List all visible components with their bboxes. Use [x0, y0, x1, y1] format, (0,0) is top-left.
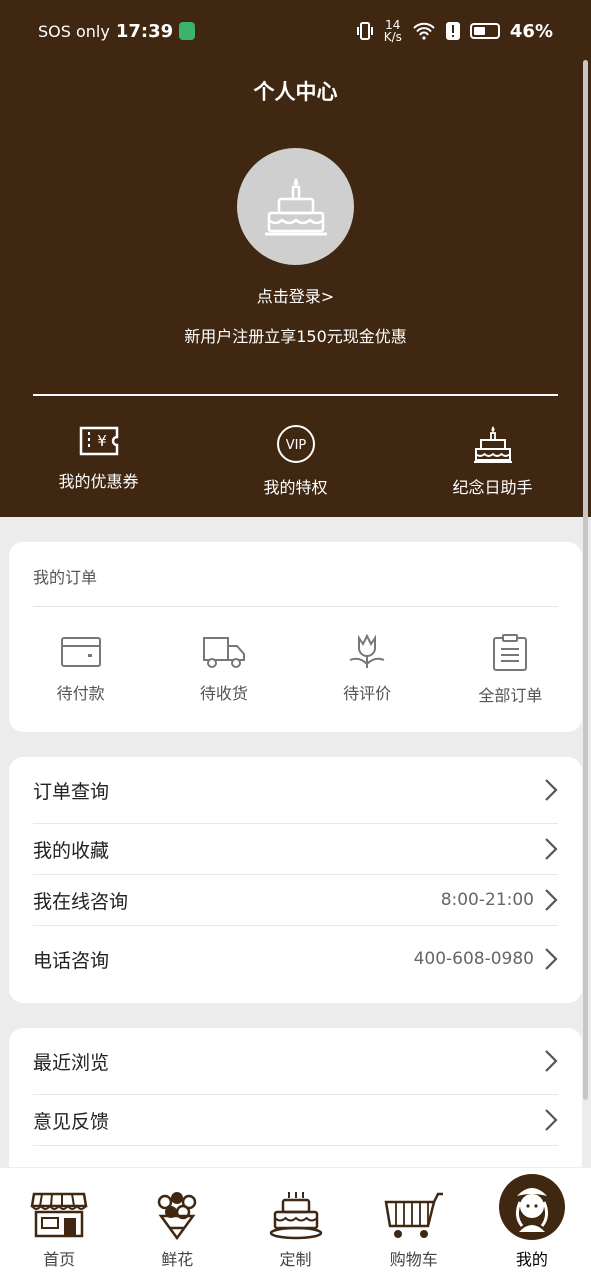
- pending-payment-button[interactable]: 待付款: [9, 634, 152, 706]
- all-orders-button[interactable]: 全部订单: [439, 634, 582, 706]
- carrier-text: SOS only: [38, 21, 110, 41]
- online-consult-label: 我在线咨询: [33, 890, 129, 913]
- avatar[interactable]: [237, 148, 354, 265]
- recent-views-row[interactable]: 最近浏览: [33, 1036, 558, 1086]
- chevron-right-icon: [545, 779, 558, 801]
- extra-menu-card: 最近浏览 意见反馈: [9, 1028, 582, 1188]
- anniversary-assistant-button[interactable]: 纪念日助手: [394, 424, 591, 498]
- tulip-icon: [349, 634, 385, 668]
- tab-flowers-label: 鲜花: [161, 1250, 194, 1269]
- order-query-label: 订单查询: [33, 780, 110, 803]
- phone-number: 400-608-0980: [413, 949, 534, 969]
- chevron-right-icon: [545, 948, 558, 970]
- feedback-label: 意见反馈: [33, 1110, 110, 1133]
- svg-text:VIP: VIP: [285, 438, 306, 453]
- tab-custom[interactable]: 定制: [236, 1168, 354, 1280]
- bouquet-icon: [158, 1192, 197, 1240]
- orders-card: 我的订单 待付款 待收货 待评价 全部订单: [9, 542, 582, 732]
- profile-avatar-icon: [498, 1174, 565, 1240]
- chevron-right-icon: [545, 889, 558, 911]
- favorites-row[interactable]: 我的收藏: [33, 824, 558, 874]
- wifi-icon: [413, 22, 435, 40]
- tab-mine-label: 我的: [515, 1250, 548, 1269]
- vibrate-icon: [356, 22, 373, 40]
- security-shield-icon: [179, 22, 196, 40]
- scrollbar[interactable]: [583, 60, 588, 1100]
- feedback-row[interactable]: 意见反馈: [33, 1095, 558, 1145]
- divider: [33, 394, 558, 396]
- favorites-label: 我的收藏: [33, 839, 110, 862]
- all-orders-label: 全部订单: [478, 686, 543, 705]
- tab-flowers[interactable]: 鲜花: [118, 1168, 236, 1280]
- wallet-icon: [60, 637, 101, 667]
- orders-title: 我的订单: [33, 568, 98, 587]
- pending-delivery-label: 待收货: [199, 684, 248, 703]
- truck-icon: [202, 637, 245, 668]
- service-menu-card: 订单查询 我的收藏 我在线咨询 8:00-21:00 电话咨询 400-608-…: [9, 757, 582, 1003]
- birthday-cake-icon: [473, 426, 512, 463]
- clock: 17:39: [115, 20, 174, 42]
- storefront-icon: [30, 1192, 88, 1238]
- cake-icon: [264, 177, 327, 235]
- tab-cart-label: 购物车: [389, 1250, 438, 1269]
- battery-icon: [469, 23, 500, 39]
- battery-percent: 46%: [509, 20, 553, 42]
- tab-custom-label: 定制: [279, 1250, 312, 1269]
- online-consult-row[interactable]: 我在线咨询 8:00-21:00: [33, 875, 558, 925]
- order-query-row[interactable]: 订单查询: [33, 765, 558, 815]
- chevron-right-icon: [545, 1050, 558, 1072]
- chevron-right-icon: [545, 838, 558, 860]
- my-coupons-button[interactable]: ¥ 我的优惠券: [0, 424, 197, 498]
- status-bar: SOS only 17:39 14 K/s 46%: [0, 0, 591, 62]
- tab-cart[interactable]: 购物车: [355, 1168, 473, 1280]
- coupon-icon: ¥: [79, 426, 118, 456]
- pending-payment-label: 待付款: [56, 684, 105, 703]
- alert-icon: [445, 22, 460, 40]
- login-link[interactable]: 点击登录>: [0, 283, 591, 307]
- svg-text:¥: ¥: [97, 432, 107, 450]
- anniversary-assistant-label: 纪念日助手: [452, 478, 533, 497]
- promo-text: 新用户注册立享150元现金优惠: [184, 327, 407, 346]
- online-hours: 8:00-21:00: [440, 890, 534, 910]
- quick-actions: ¥ 我的优惠券 VIP 我的特权 纪念日助手: [0, 424, 591, 498]
- custom-cake-icon: [269, 1192, 322, 1240]
- tab-home[interactable]: 首页: [0, 1168, 118, 1280]
- vip-icon: VIP: [276, 425, 315, 463]
- bottom-tab-bar: 首页 鲜花 定制 购物车 我的: [0, 1167, 591, 1280]
- divider: [33, 1145, 558, 1146]
- my-coupons-label: 我的优惠券: [58, 472, 139, 491]
- recent-views-label: 最近浏览: [33, 1051, 110, 1074]
- network-speed: 14 K/s: [383, 18, 402, 44]
- profile-header: 个人中心 点击登录> 新用户注册立享150元现金优惠 ¥ 我的优惠券 VIP 我…: [0, 62, 591, 517]
- pending-review-label: 待评价: [343, 684, 392, 703]
- pending-delivery-button[interactable]: 待收货: [152, 634, 295, 706]
- page-title: 个人中心: [253, 80, 338, 104]
- clipboard-icon: [493, 634, 528, 671]
- pending-review-button[interactable]: 待评价: [296, 634, 439, 706]
- cart-icon: [384, 1192, 443, 1238]
- my-privileges-button[interactable]: VIP 我的特权: [197, 424, 394, 498]
- chevron-right-icon: [545, 1109, 558, 1131]
- tab-home-label: 首页: [43, 1250, 76, 1269]
- phone-consult-row[interactable]: 电话咨询 400-608-0980: [33, 934, 558, 984]
- my-privileges-label: 我的特权: [263, 478, 328, 497]
- divider: [33, 606, 558, 607]
- tab-mine[interactable]: 我的: [473, 1168, 591, 1280]
- phone-consult-label: 电话咨询: [33, 949, 110, 972]
- divider: [33, 925, 558, 926]
